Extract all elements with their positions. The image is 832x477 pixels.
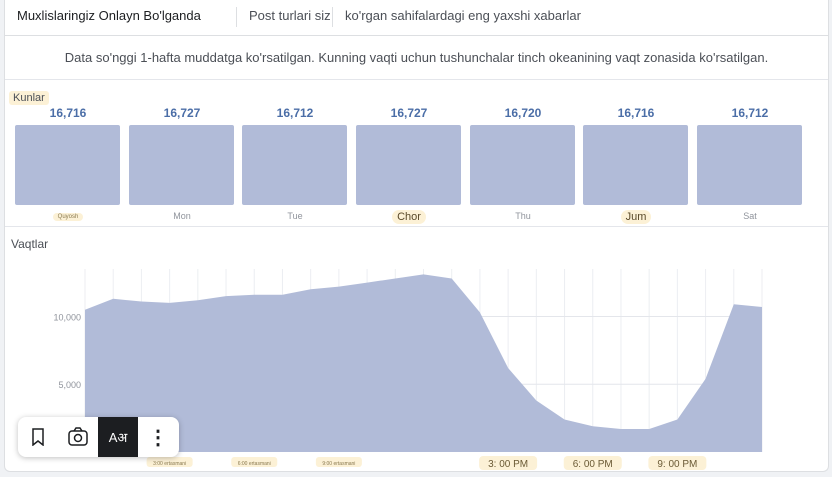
day-label: Chor xyxy=(356,210,462,224)
day-value: 16,712 xyxy=(731,106,769,120)
x-tick-label: 3: 00 PM xyxy=(488,459,528,470)
day-column: 16,716 Jum xyxy=(583,103,689,224)
tab-online-followers[interactable]: Muxlislaringiz Onlayn Bo'lganda xyxy=(5,0,213,34)
day-value: 16,712 xyxy=(276,106,314,120)
tab-top-posts[interactable]: ko'rgan sahifalardagi eng yaxshi xabarla… xyxy=(333,0,593,34)
day-column: 16,712 Tue xyxy=(242,103,348,223)
day-bar xyxy=(356,125,461,205)
lens-button[interactable] xyxy=(58,417,98,457)
x-tick-label: 6:00 ertasmani xyxy=(238,461,271,467)
day-bar xyxy=(470,125,575,205)
day-value: 16,716 xyxy=(617,106,655,120)
x-tick-label: 6: 00 PM xyxy=(573,459,613,470)
translate-button[interactable]: Aअ xyxy=(98,417,138,457)
more-options-button[interactable]: ⋮ xyxy=(138,417,178,457)
day-column: 16,720 Thu xyxy=(470,103,576,223)
day-bar xyxy=(583,125,688,205)
timezone-notice: Data so'nggi 1-hafta muddatga ko'rsatilg… xyxy=(5,36,828,80)
day-bar xyxy=(242,125,347,205)
day-label: Thu xyxy=(515,211,531,221)
day-column: 16,716 Quyosh xyxy=(15,103,121,223)
day-value: 16,727 xyxy=(390,106,428,120)
day-value: 16,720 xyxy=(504,106,542,120)
day-value: 16,727 xyxy=(163,106,201,120)
day-label: Quyosh xyxy=(15,210,121,221)
section-divider xyxy=(5,226,828,227)
day-label: Mon xyxy=(173,211,191,221)
x-tick-label: 9: 00 PM xyxy=(657,459,697,470)
bookmark-button[interactable] xyxy=(18,417,58,457)
x-tick-label: 3:00 ertasmani xyxy=(153,461,186,467)
hours-area xyxy=(85,274,762,452)
bookmark-icon xyxy=(32,428,44,446)
y-tick-label: 10,000 xyxy=(53,312,81,322)
y-tick-label: 5,000 xyxy=(58,380,81,390)
x-tick-label: 9:00 ertasmani xyxy=(322,461,355,467)
day-bar xyxy=(15,125,120,205)
camera-lens-icon xyxy=(68,427,88,446)
insights-card: Muxlislaringiz Onlayn Bo'lganda Post tur… xyxy=(4,0,829,472)
day-column: 16,712 Sat xyxy=(697,103,803,223)
tab-post-types[interactable]: Post turlari siz xyxy=(237,0,343,34)
day-column: 16,727 Mon xyxy=(129,103,235,223)
day-bar xyxy=(697,125,802,205)
hours-section-label: Vaqtlar xyxy=(11,237,49,251)
day-value: 16,716 xyxy=(49,106,87,120)
day-column: 16,727 Chor xyxy=(356,103,462,224)
day-label: Tue xyxy=(287,211,303,221)
floating-toolbar: Aअ ⋮ xyxy=(18,417,179,457)
day-label: Sat xyxy=(743,211,757,221)
day-bar xyxy=(129,125,234,205)
day-label: Jum xyxy=(583,210,689,224)
tab-bar: Muxlislaringiz Onlayn Bo'lganda Post tur… xyxy=(5,0,828,36)
